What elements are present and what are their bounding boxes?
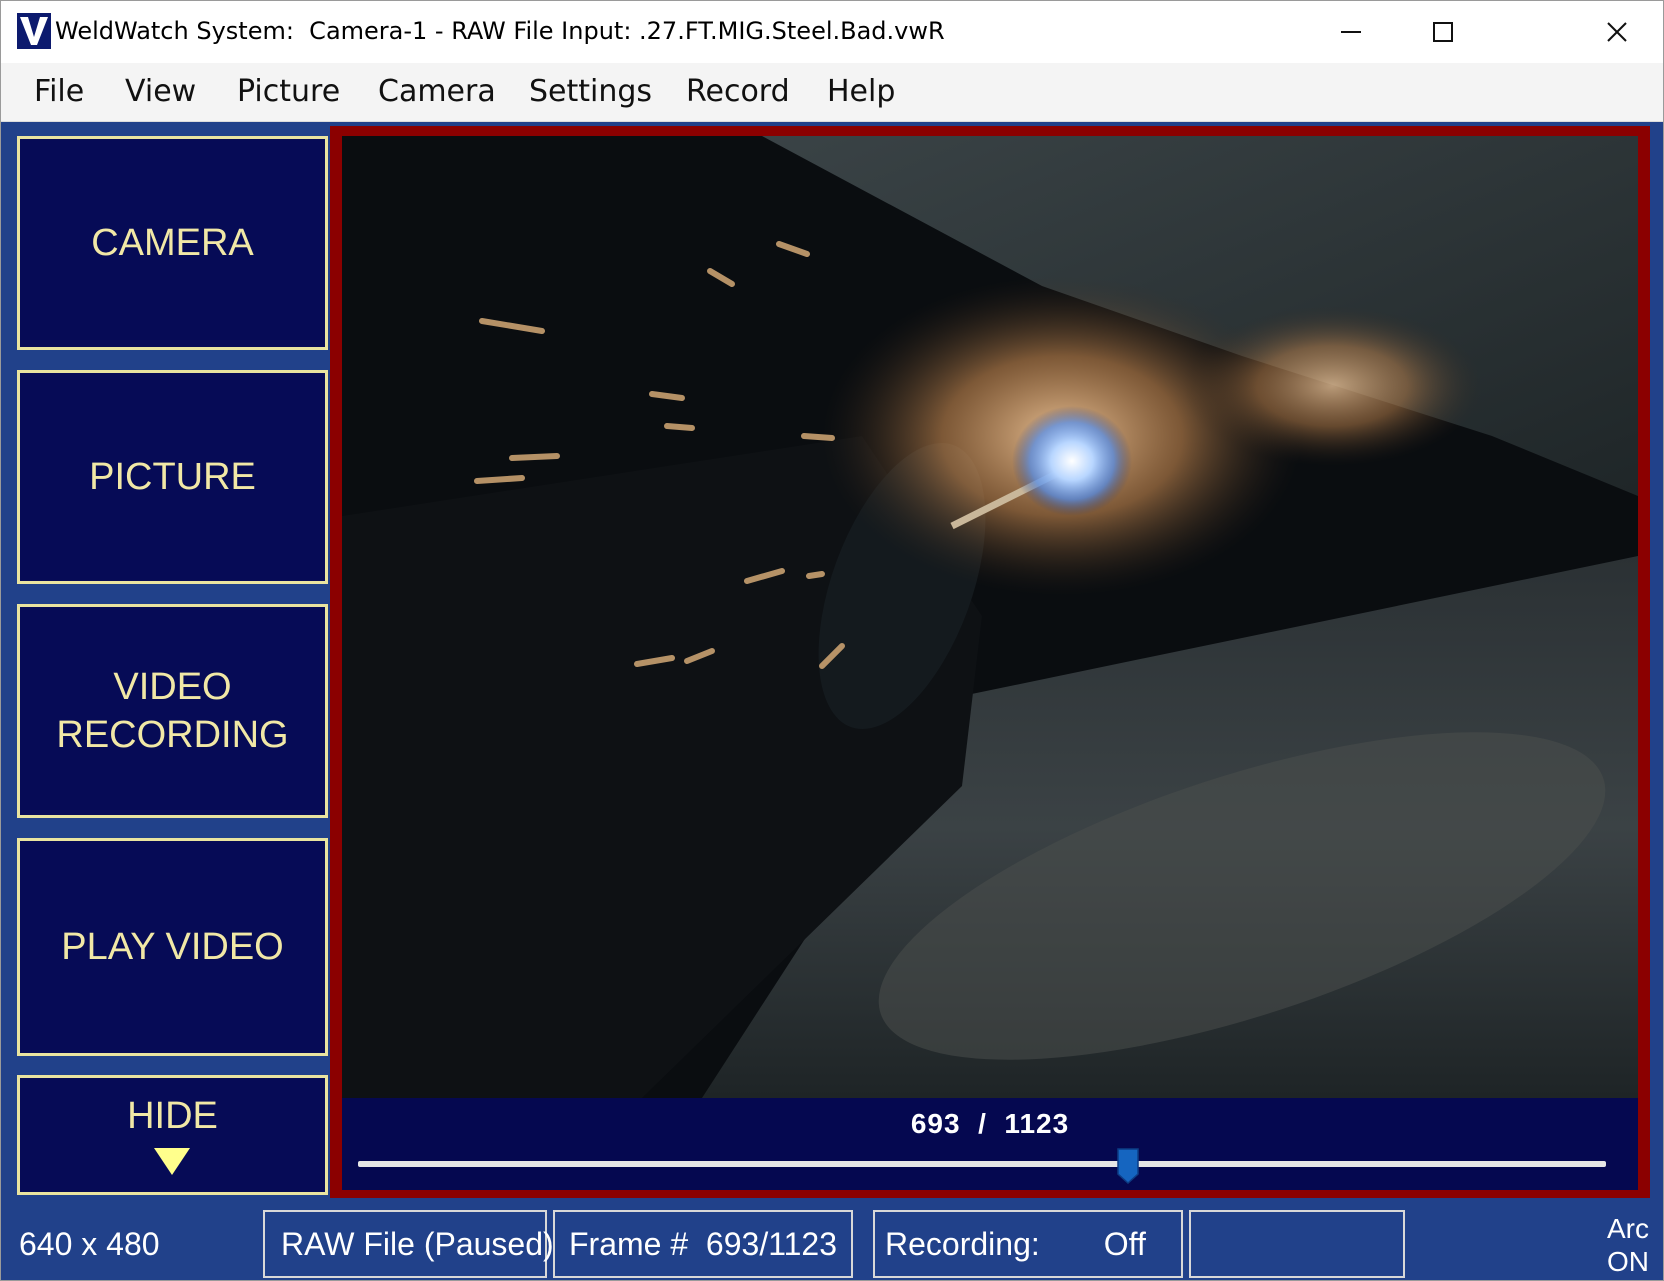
close-button[interactable] bbox=[1571, 1, 1663, 63]
weld-video-frame bbox=[342, 136, 1638, 1098]
hide-button[interactable]: HIDE bbox=[17, 1075, 328, 1195]
hide-button-label: HIDE bbox=[127, 1095, 218, 1137]
triangle-down-icon bbox=[154, 1148, 191, 1175]
title-bar: WeldWatch System: Camera-1 - RAW File In… bbox=[1, 1, 1663, 63]
camera-button[interactable]: CAMERA bbox=[17, 136, 328, 350]
close-icon bbox=[1607, 22, 1627, 42]
maximize-button[interactable] bbox=[1397, 1, 1489, 63]
video-recording-label-line2: RECORDING bbox=[56, 714, 289, 756]
status-source: RAW File (Paused) bbox=[263, 1210, 554, 1278]
menu-help[interactable]: Help bbox=[827, 74, 895, 109]
status-frame: Frame # 693/1123 bbox=[553, 1210, 853, 1278]
status-bar: 640 x 480 RAW File (Paused) Frame # 693/… bbox=[1, 1205, 1663, 1280]
menu-picture[interactable]: Picture bbox=[237, 74, 340, 109]
arc-indicator: Arc ON bbox=[1607, 1212, 1649, 1278]
window-title: WeldWatch System: Camera-1 - RAW File In… bbox=[55, 17, 945, 45]
app-window: WeldWatch System: Camera-1 - RAW File In… bbox=[0, 0, 1664, 1281]
recording-value: Off bbox=[1103, 1225, 1146, 1262]
weld-image bbox=[342, 136, 1638, 1098]
menu-bar: File View Picture Camera Settings Record… bbox=[1, 63, 1663, 122]
arc-label: Arc bbox=[1607, 1213, 1649, 1244]
main-panel: CAMERA PICTURE VIDEO RECORDING PLAY VIDE… bbox=[1, 122, 1663, 1205]
weldwatch-logo-icon bbox=[17, 13, 51, 49]
play-video-button[interactable]: PLAY VIDEO bbox=[17, 838, 328, 1056]
status-resolution: 640 x 480 bbox=[19, 1225, 160, 1262]
minimize-icon bbox=[1341, 31, 1361, 33]
menu-file[interactable]: File bbox=[34, 74, 84, 109]
arc-value: ON bbox=[1607, 1246, 1649, 1277]
video-viewport: 693 / 1123 bbox=[330, 126, 1650, 1198]
video-recording-label-line1: VIDEO bbox=[113, 666, 232, 708]
status-extra bbox=[1189, 1210, 1405, 1278]
video-recording-button[interactable]: VIDEO RECORDING bbox=[17, 604, 328, 818]
menu-view[interactable]: View bbox=[125, 74, 196, 109]
playback-slider-thumb[interactable] bbox=[1117, 1148, 1139, 1184]
picture-button-label: PICTURE bbox=[89, 456, 256, 498]
menu-camera[interactable]: Camera bbox=[378, 74, 496, 109]
menu-record[interactable]: Record bbox=[686, 74, 790, 109]
frame-counter: 693 / 1123 bbox=[910, 1108, 1070, 1139]
playback-bar: 693 / 1123 bbox=[342, 1098, 1638, 1190]
playback-slider-track[interactable] bbox=[358, 1161, 1606, 1167]
play-video-button-label: PLAY VIDEO bbox=[61, 926, 284, 968]
status-recording: Recording: Off bbox=[873, 1210, 1183, 1278]
camera-button-label: CAMERA bbox=[91, 222, 254, 264]
minimize-button[interactable] bbox=[1305, 1, 1397, 63]
picture-button[interactable]: PICTURE bbox=[17, 370, 328, 584]
menu-settings[interactable]: Settings bbox=[529, 74, 652, 109]
recording-label: Recording: bbox=[885, 1225, 1040, 1262]
maximize-icon bbox=[1433, 22, 1453, 42]
